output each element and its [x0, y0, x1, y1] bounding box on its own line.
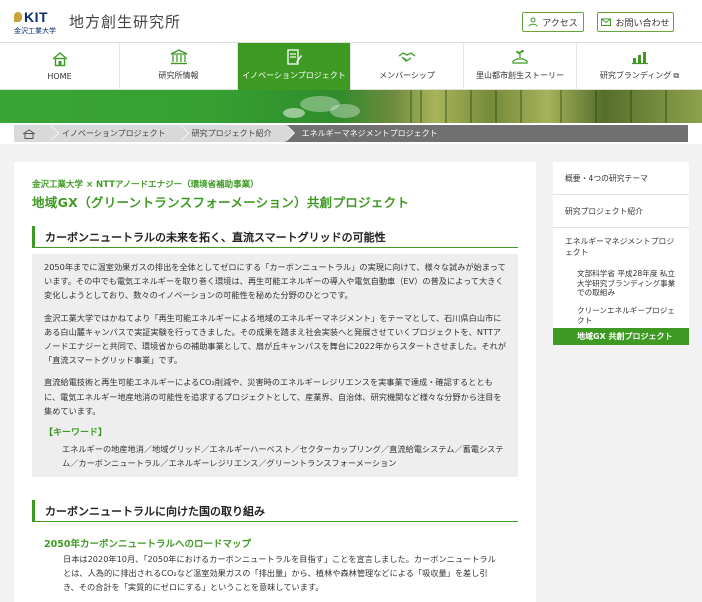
access-button[interactable]: アクセス: [522, 12, 584, 32]
section-heading: カーボンニュートラルの未来を拓く、直流スマートグリッドの可能性: [32, 226, 518, 248]
paragraph: 2050年までに温室効果ガスの排出を全体としてゼロにする「カーボンニュートラル」…: [44, 262, 506, 301]
keyword-list: エネルギーの地産地消／地域グリッド／エネルギーハーベスト／セクターカップリング／…: [62, 444, 504, 469]
chart-icon: [631, 52, 648, 65]
leaf-icon: [14, 12, 22, 22]
nav-label: メンバーシップ: [379, 71, 435, 80]
breadcrumb-home[interactable]: [14, 125, 59, 142]
nav-research-branding[interactable]: 研究ブランディング ⧉: [577, 43, 702, 90]
page-title: 地域GX（グリーントランスフォーメーション）共創プロジェクト: [32, 195, 410, 210]
nav-satoyama-story[interactable]: 里山都市創生ストーリー: [464, 43, 577, 90]
nav-label: イノベーションプロジェクト: [242, 71, 346, 80]
page-eyebrow: 金沢工業大学 × NTTアノードエナジー（環境省補助事業）: [32, 180, 259, 190]
contact-button[interactable]: お問い合わせ: [597, 12, 674, 32]
building-icon: [170, 49, 187, 65]
sidebar-subitem-gx-active[interactable]: 地域GX 共創プロジェクト: [553, 328, 689, 345]
breadcrumb: イノベーションプロジェクト 研究プロジェクト紹介 エネルギーマネジメントプロジェ…: [14, 125, 688, 142]
contact-label: お問い合わせ: [615, 18, 670, 29]
logo-text: KIT: [24, 9, 49, 25]
nav-label: 研究ブランディング: [599, 71, 672, 80]
sidebar-nav: 概要・4つの研究テーマ 研究プロジェクト紹介 エネルギーマネジメントプロジェクト…: [553, 162, 689, 345]
breadcrumb-current: エネルギーマネジメントプロジェクト: [285, 125, 688, 142]
sidebar-subitem-clean-energy[interactable]: クリーンエネルギープロジェクト: [553, 306, 689, 328]
document-edit-icon: [287, 49, 302, 65]
paragraph: 金沢工業大学ではかねてより「再生可能エネルギーによる地域のエネルギーマネジメント…: [44, 312, 506, 366]
home-icon: [52, 52, 67, 67]
nav-home[interactable]: HOME: [0, 43, 120, 90]
external-link-icon: ⧉: [673, 71, 680, 80]
nav-label: 研究所情報: [158, 71, 199, 80]
main-content: 金沢工業大学 × NTTアノードエナジー（環境省補助事業） 地域GX（グリーント…: [14, 162, 536, 602]
sidebar-subitem-mext-branding[interactable]: 文部科学省 平成28年度 私立大学研究ブランディング事業での取組み: [553, 266, 689, 306]
nav-institute-info[interactable]: 研究所情報: [120, 43, 238, 90]
nav-label: 里山都市創生ストーリー: [476, 71, 564, 80]
subsection-title: 2050年カーボンニュートラルへのロードマップ: [44, 539, 251, 550]
person-icon: [528, 17, 538, 27]
sprout-hand-icon: [512, 50, 528, 64]
nav-innovation-project[interactable]: イノベーションプロジェクト: [238, 43, 351, 90]
access-label: アクセス: [542, 18, 578, 29]
mail-icon: [601, 18, 612, 26]
paragraph: 直流給電技術と再生可能エネルギーによるCO₂削減や、災害時のエネルギーレジリエン…: [44, 377, 502, 416]
breadcrumb-research-project[interactable]: 研究プロジェクト紹介: [179, 125, 295, 142]
home-icon: [22, 128, 36, 139]
keyword-title: 【キーワード】: [44, 428, 108, 439]
main-nav: HOME 研究所情報 イノベーションプロジェクト メンバーシップ 里山都市創生ス…: [0, 42, 702, 90]
nav-label: HOME: [47, 72, 72, 81]
site-title[interactable]: 地方創生研究所: [69, 11, 181, 32]
site-header: KIT 金沢工業大学 地方創生研究所 アクセス お問い合わせ: [0, 0, 702, 42]
kit-logo[interactable]: KIT 金沢工業大学: [14, 9, 60, 35]
nav-membership[interactable]: メンバーシップ: [351, 43, 464, 90]
handshake-icon: [398, 52, 416, 62]
section-heading: カーボンニュートラルに向けた国の取り組み: [32, 500, 518, 522]
breadcrumb-innovation-project[interactable]: イノベーションプロジェクト: [50, 125, 189, 142]
hero-banner: [0, 90, 702, 123]
logo-subtitle: 金沢工業大学: [14, 27, 56, 35]
sidebar-item-research-projects[interactable]: 研究プロジェクト紹介: [553, 195, 689, 228]
paragraph: 日本は2020年10月、「2050年におけるカーボンニュートラルを目指す」ことを…: [63, 554, 496, 593]
intro-box: 2050年までに温室効果ガスの排出を全体としてゼロにする「カーボンニュートラル」…: [32, 254, 518, 477]
sidebar-item-overview[interactable]: 概要・4つの研究テーマ: [553, 162, 689, 195]
sidebar-item-energy-management[interactable]: エネルギーマネジメントプロジェクト: [553, 228, 689, 266]
